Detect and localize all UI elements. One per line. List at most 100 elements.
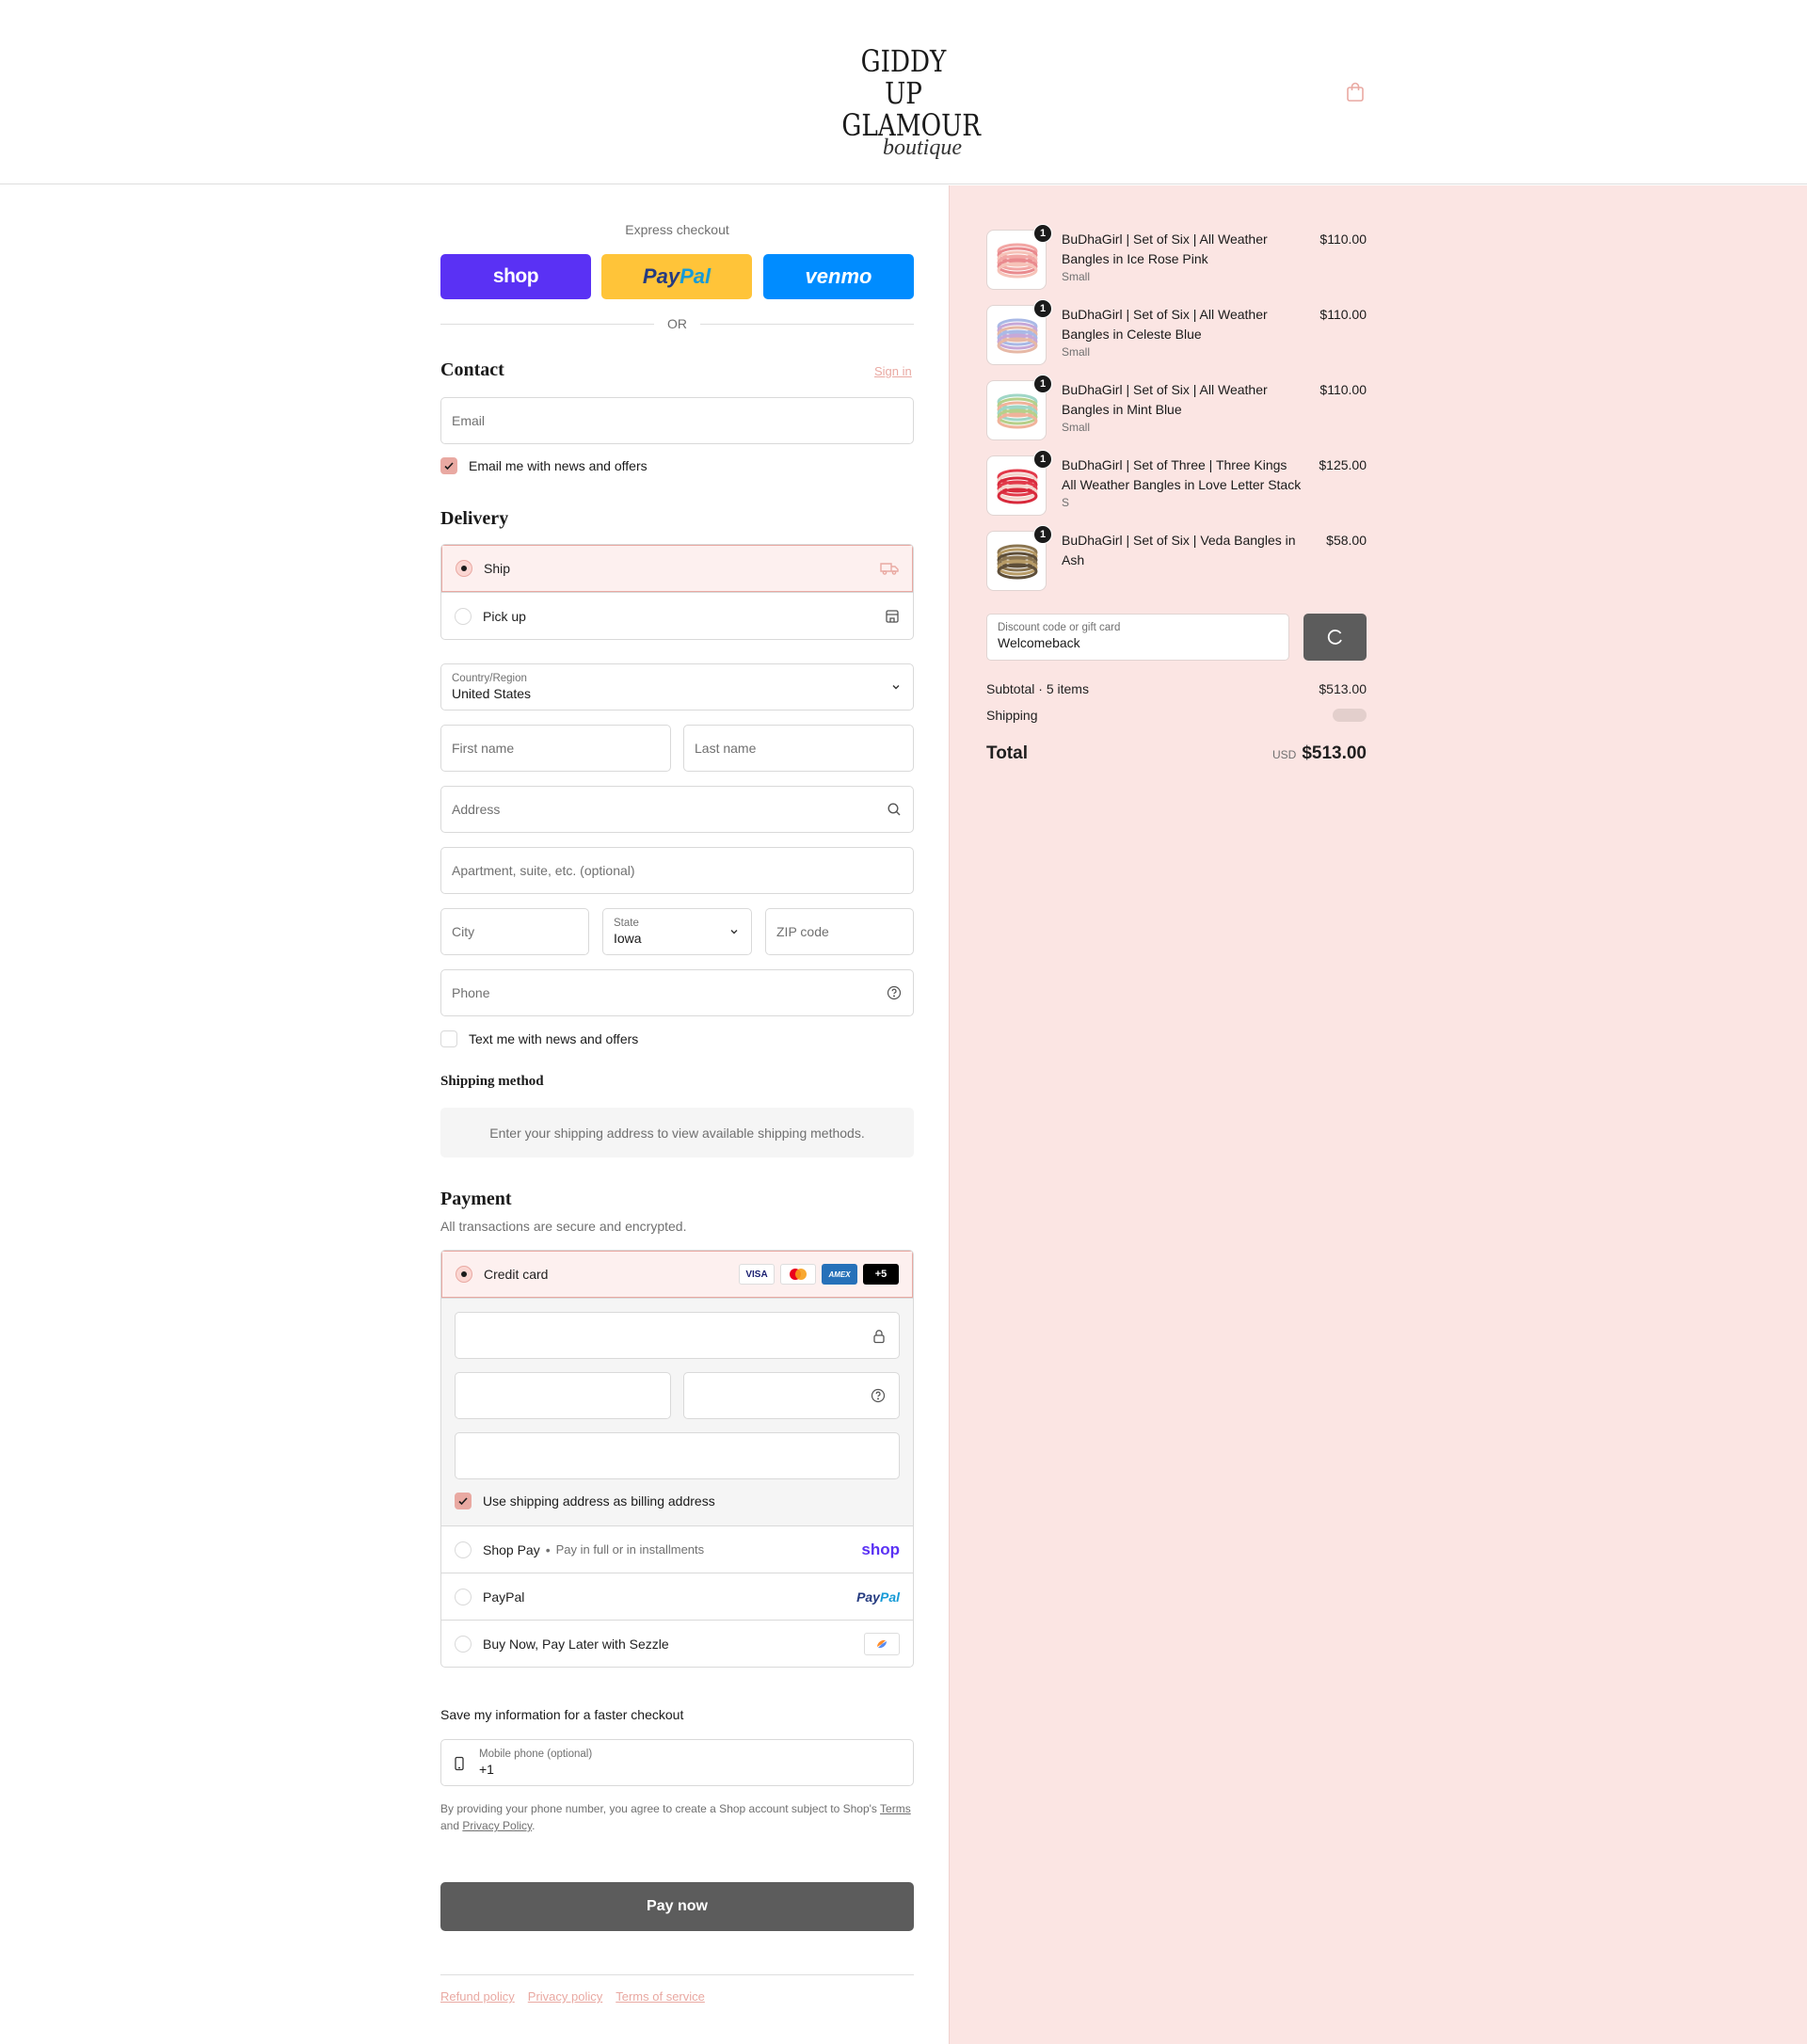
shipping-loading-placeholder [1333, 709, 1367, 722]
quantity-badge: 1 [1033, 525, 1052, 544]
quantity-badge: 1 [1033, 224, 1052, 243]
phone-field[interactable]: Phone [440, 969, 914, 1016]
payment-option-sezzle[interactable]: Buy Now, Pay Later with Sezzle [441, 1620, 913, 1667]
more-cards-badge: +5 [863, 1264, 899, 1285]
help-circle-icon[interactable] [887, 985, 902, 1000]
radio-selected [456, 1266, 472, 1283]
footer-divider [440, 1974, 914, 1975]
apply-discount-button[interactable] [1303, 614, 1367, 661]
product-price: $110.00 [1319, 232, 1367, 247]
text-news-checkbox[interactable]: Text me with news and offers [440, 1030, 638, 1047]
zip-field[interactable]: ZIP code [765, 908, 914, 955]
shipping-method-heading: Shipping method [440, 1074, 544, 1089]
delivery-option-ship[interactable]: Ship [441, 545, 913, 592]
cart-item: 1 BuDhaGirl | Set of Six | Veda Bangles … [986, 525, 1367, 597]
payment-heading: Payment [440, 1189, 512, 1209]
discount-code-field[interactable]: Discount code or gift card Welcomeback [986, 614, 1289, 661]
city-field[interactable]: City [440, 908, 589, 955]
product-name: BuDhaGirl | Set of Six | All Weather Ban… [1062, 307, 1268, 342]
checkbox-empty [440, 1030, 457, 1047]
total-row: Total USD $513.00 [986, 743, 1367, 763]
payment-subtitle: All transactions are secure and encrypte… [440, 1219, 687, 1234]
brand-line-2: GLAMOUR [841, 107, 981, 143]
delivery-option-pickup[interactable]: Pick up [441, 592, 913, 639]
currency-code: USD [1271, 748, 1297, 761]
lock-icon [873, 1330, 885, 1344]
shop-pay-logo: shop [861, 1540, 900, 1558]
product-price: $125.00 [1319, 457, 1367, 472]
mobile-phone-field[interactable]: Mobile phone (optional) +1 [440, 1739, 914, 1786]
privacy-policy-link[interactable]: Privacy Policy [462, 1819, 532, 1832]
product-variant: Small [1062, 345, 1091, 359]
product-price: $110.00 [1319, 307, 1367, 322]
quantity-badge: 1 [1033, 450, 1052, 469]
paypal-logo: PayPal [642, 264, 712, 288]
total-amount: $513.00 [1302, 743, 1367, 763]
truck-icon [880, 563, 899, 575]
radio-unselected [455, 1635, 472, 1653]
save-info-title: Save my information for a faster checkou… [440, 1707, 684, 1722]
first-name-field[interactable]: First name [440, 725, 671, 772]
country-select[interactable]: Country/Region United States [440, 663, 914, 711]
shipping-row: Shipping [986, 708, 1367, 723]
credit-card-form: Use shipping address as billing address [441, 1298, 913, 1525]
product-name: BuDhaGirl | Set of Six | All Weather Ban… [1062, 382, 1268, 417]
shopping-bag-icon[interactable] [1344, 81, 1367, 104]
paypal-logo: PayPal [856, 1589, 900, 1605]
billing-same-checkbox[interactable]: Use shipping address as billing address [455, 1493, 715, 1509]
site-header: GIDDY UP GLAMOUR boutique [0, 0, 1807, 184]
search-icon [888, 803, 901, 816]
loading-spinner-icon [1327, 630, 1342, 645]
payment-option-shop-pay[interactable]: Shop Pay • Pay in full or in installment… [441, 1525, 913, 1573]
checkmark-icon [455, 1493, 472, 1509]
product-price: $110.00 [1319, 382, 1367, 397]
state-select[interactable]: State Iowa [602, 908, 752, 955]
apartment-field[interactable]: Apartment, suite, etc. (optional) [440, 847, 914, 894]
card-number-field[interactable] [455, 1312, 900, 1359]
product-price: $58.00 [1326, 533, 1367, 548]
delivery-method-group: Ship Pick up [440, 544, 914, 640]
terms-link[interactable]: Terms [880, 1802, 911, 1815]
paypal-button[interactable]: PayPal [601, 254, 752, 299]
card-expiry-field[interactable] [455, 1372, 671, 1419]
or-divider: OR [440, 314, 914, 333]
radio-selected [456, 560, 472, 577]
shop-pay-button[interactable]: shop [440, 254, 591, 299]
shop-legal-text: By providing your phone number, you agre… [440, 1802, 911, 1832]
quantity-badge: 1 [1033, 375, 1052, 393]
last-name-field[interactable]: Last name [683, 725, 914, 772]
quantity-badge: 1 [1033, 299, 1052, 318]
product-name: BuDhaGirl | Set of Six | Veda Bangles in… [1062, 533, 1296, 567]
delivery-heading: Delivery [440, 508, 509, 529]
product-name: BuDhaGirl | Set of Three | Three Kings A… [1062, 457, 1302, 492]
pay-now-button[interactable]: Pay now [440, 1882, 914, 1931]
venmo-logo: venmo [805, 264, 872, 288]
cart-item: 1 BuDhaGirl | Set of Six | All Weather B… [986, 224, 1367, 295]
terms-of-service-link[interactable]: Terms of service [616, 1989, 705, 2004]
cart-item: 1 BuDhaGirl | Set of Six | All Weather B… [986, 375, 1367, 446]
help-circle-icon[interactable] [871, 1388, 886, 1403]
cart-item: 1 BuDhaGirl | Set of Six | All Weather B… [986, 299, 1367, 371]
amex-icon: AMEX [822, 1264, 857, 1285]
card-name-field[interactable] [455, 1432, 900, 1479]
sign-in-link[interactable]: Sign in [874, 364, 912, 378]
radio-unselected [455, 1541, 472, 1558]
radio-unselected [455, 607, 472, 625]
email-news-checkbox[interactable]: Email me with news and offers [440, 457, 648, 474]
footer-links: Refund policy Privacy policy Terms of se… [440, 1989, 705, 2004]
product-variant: Small [1062, 270, 1091, 283]
payment-option-paypal[interactable]: PayPal PayPal [441, 1573, 913, 1620]
sezzle-icon [864, 1632, 900, 1655]
express-checkout-label: Express checkout [625, 222, 729, 237]
subtotal-row: Subtotal · 5 items $513.00 [986, 681, 1367, 696]
refund-policy-link[interactable]: Refund policy [440, 1989, 515, 2004]
privacy-policy-footer-link[interactable]: Privacy policy [528, 1989, 602, 2004]
card-cvv-field[interactable] [683, 1372, 900, 1419]
contact-heading: Contact [440, 359, 504, 380]
product-name: BuDhaGirl | Set of Six | All Weather Ban… [1062, 232, 1268, 266]
address-field[interactable]: Address [440, 786, 914, 833]
venmo-button[interactable]: venmo [763, 254, 914, 299]
email-field[interactable]: Email [440, 397, 914, 444]
brand-logo[interactable]: GIDDY UP GLAMOUR boutique [828, 45, 981, 160]
payment-option-credit-card[interactable]: Credit card VISA AMEX +5 [441, 1251, 913, 1298]
